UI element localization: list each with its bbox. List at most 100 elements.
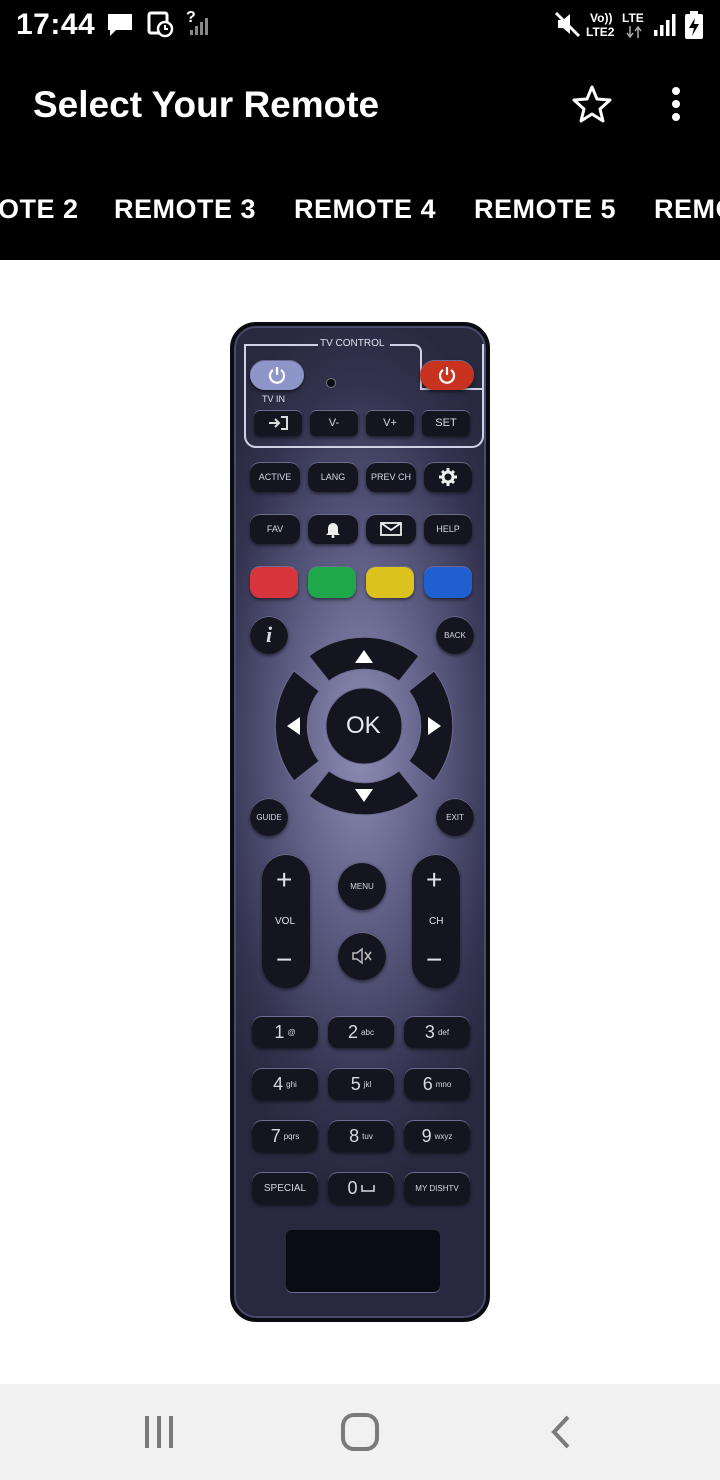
navigation-bar <box>0 1384 720 1480</box>
lang-button[interactable]: LANG <box>308 462 358 492</box>
tab-remote-5[interactable]: REMOTE 5 <box>474 194 616 225</box>
key-6[interactable]: 6 mno <box>404 1068 470 1100</box>
led-indicator <box>326 378 336 388</box>
key-letters: pqrs <box>283 1131 300 1141</box>
tv-control-box-top-right <box>390 344 414 346</box>
alarm-icon <box>147 11 174 38</box>
tv-control-box-top-left <box>244 344 318 346</box>
signal-weak-icon <box>190 18 208 35</box>
tab-remote-3[interactable]: REMOTE 3 <box>114 194 256 225</box>
key-2[interactable]: 2 abc <box>328 1016 394 1048</box>
battery-charging-icon <box>685 11 703 39</box>
power-icon <box>438 367 456 384</box>
red-key[interactable] <box>250 566 298 598</box>
mute-icon <box>352 947 372 965</box>
key-digit: 1 <box>274 1021 285 1042</box>
key-letters: jkl <box>363 1079 372 1089</box>
key-digit: 7 <box>270 1125 281 1146</box>
key-digit: 4 <box>273 1073 284 1094</box>
home-icon[interactable] <box>340 1412 380 1452</box>
active-button[interactable]: ACTIVE <box>250 462 300 492</box>
tv-vol-down-button[interactable]: V- <box>310 410 358 436</box>
mute-button[interactable] <box>338 932 386 980</box>
app-bar: Select Your Remote <box>0 50 720 160</box>
my-dishtv-button[interactable]: MY DISHTV <box>404 1172 470 1204</box>
vol-plus-label: + <box>276 864 293 895</box>
key-9[interactable]: 9 wxyz <box>404 1120 470 1152</box>
signal-icon <box>654 14 676 36</box>
key-letters: ghi <box>286 1079 297 1089</box>
key-digit: 8 <box>349 1125 360 1146</box>
volte-label: Vo)) <box>590 11 613 25</box>
help-button[interactable]: HELP <box>424 514 472 544</box>
status-bar: 17:44 ? Vo)) LTE2 LTE <box>0 0 720 50</box>
tv-input-button[interactable] <box>254 410 302 436</box>
ch-label: CH <box>429 916 444 927</box>
yellow-key[interactable] <box>366 566 414 598</box>
key-digit: 0 <box>347 1177 358 1198</box>
app-screen: 17:44 ? Vo)) LTE2 LTE Select Your Remote… <box>0 0 720 1480</box>
key-letters: def <box>437 1027 450 1037</box>
key-letters: tuv <box>362 1131 373 1141</box>
key-4[interactable]: 4 ghi <box>252 1068 318 1100</box>
tab-remote-2[interactable]: OTE 2 <box>0 194 79 225</box>
space-icon <box>360 1185 375 1192</box>
back-icon[interactable] <box>548 1414 574 1450</box>
key-digit: 3 <box>424 1021 435 1042</box>
remote-tabs: OTE 2 REMOTE 3 REMOTE 4 REMOTE 5 REMO <box>0 160 720 260</box>
key-8[interactable]: 8 tuv <box>328 1120 394 1152</box>
exit-button[interactable]: EXIT <box>436 798 474 836</box>
tv-power-button[interactable] <box>250 360 304 390</box>
remote-ir-window <box>286 1230 440 1292</box>
key-letters: mno <box>435 1079 452 1089</box>
more-vert-icon[interactable] <box>664 86 688 122</box>
input-icon <box>269 416 288 430</box>
bell-icon <box>326 523 340 538</box>
lte-label: LTE <box>622 11 644 25</box>
power-icon <box>268 367 286 384</box>
lte2-label: LTE2 <box>586 25 615 39</box>
tab-remote-6[interactable]: REMO <box>654 194 720 225</box>
menu-button[interactable]: MENU <box>338 862 386 910</box>
status-time: 17:44 <box>16 8 96 41</box>
mute-icon <box>554 11 581 38</box>
key-digit: 2 <box>348 1021 359 1042</box>
mail-button[interactable] <box>366 514 416 544</box>
tab-remote-4[interactable]: REMOTE 4 <box>294 194 436 225</box>
vol-label: VOL <box>275 916 296 927</box>
special-button[interactable]: SPECIAL <box>252 1172 318 1204</box>
ok-label: OK <box>346 712 381 739</box>
ch-minus-label: − <box>426 944 443 975</box>
data-arrows-icon <box>626 26 642 38</box>
tv-control-notch <box>412 344 422 390</box>
prev-ch-button[interactable]: PREV CH <box>366 462 416 492</box>
recents-icon[interactable] <box>142 1414 176 1450</box>
star-outline-icon[interactable] <box>572 84 612 124</box>
tv-vol-up-button[interactable]: V+ <box>366 410 414 436</box>
remote-image: TV CONTROL TV IN V- V+ SET ACTIVE LANG P… <box>230 322 490 1322</box>
key-digit: 5 <box>350 1073 361 1094</box>
key-7[interactable]: 7 pqrs <box>252 1120 318 1152</box>
tv-in-label: TV IN <box>262 394 286 404</box>
key-3[interactable]: 3 def <box>404 1016 470 1048</box>
key-letters: @ <box>287 1027 296 1037</box>
green-key[interactable] <box>308 566 356 598</box>
guide-button[interactable]: GUIDE <box>250 798 288 836</box>
key-digit: 6 <box>422 1073 433 1094</box>
vol-minus-label: − <box>276 944 293 975</box>
gear-icon <box>439 468 457 486</box>
key-5[interactable]: 5 jkl <box>328 1068 394 1100</box>
key-1[interactable]: 1 @ <box>252 1016 318 1048</box>
chat-icon <box>108 14 132 36</box>
fav-button[interactable]: FAV <box>250 514 300 544</box>
key-letters: wxyz <box>434 1131 453 1141</box>
blue-key[interactable] <box>424 566 472 598</box>
tv-set-button[interactable]: SET <box>422 410 470 436</box>
key-0[interactable]: 0 <box>328 1172 394 1204</box>
reminder-button[interactable] <box>308 514 358 544</box>
key-letters: abc <box>361 1027 374 1037</box>
key-digit: 9 <box>421 1125 432 1146</box>
power-button[interactable] <box>420 360 474 390</box>
settings-button[interactable] <box>424 462 472 492</box>
page-title: Select Your Remote <box>33 84 380 125</box>
